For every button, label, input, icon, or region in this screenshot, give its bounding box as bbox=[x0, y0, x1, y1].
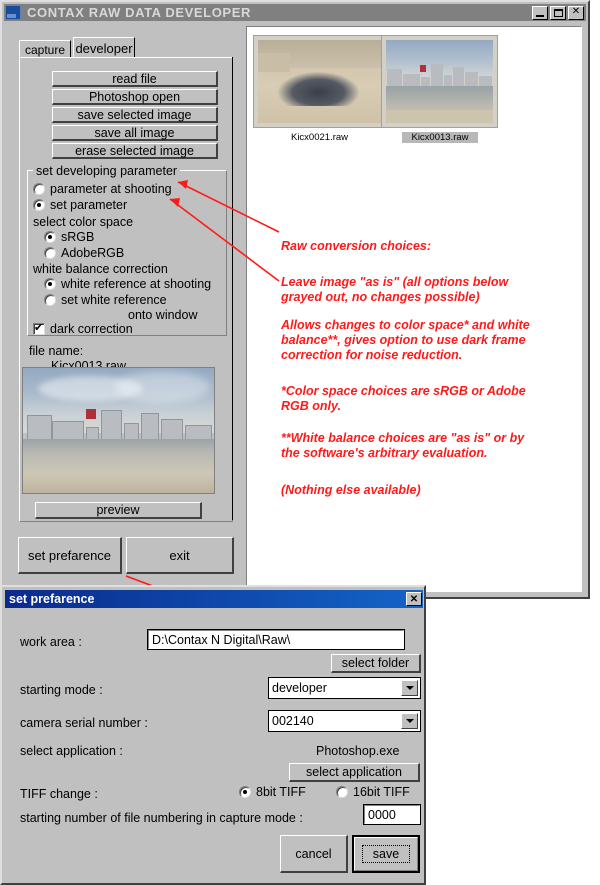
radio-label: set white reference bbox=[61, 293, 167, 307]
onto-window-label: onto window bbox=[128, 308, 198, 322]
save-button-inner: save bbox=[354, 837, 418, 871]
exit-button[interactable]: exit bbox=[126, 537, 234, 574]
dialog-close-button[interactable]: ✕ bbox=[406, 592, 422, 606]
radio-label: AdobeRGB bbox=[61, 246, 125, 260]
save-button-label: save bbox=[361, 845, 411, 863]
checkbox-icon bbox=[33, 321, 45, 335]
preview-button[interactable]: preview bbox=[35, 502, 202, 519]
tab-strip: capture developer bbox=[19, 37, 233, 59]
select-color-space-heading: select color space bbox=[33, 215, 134, 229]
radio-icon bbox=[44, 294, 56, 306]
thumbnail-caption: Kicx0021.raw bbox=[290, 132, 349, 143]
screenshot-root: CONTAX RAW DATA DEVELOPER ✕ capture deve… bbox=[0, 0, 600, 885]
preview-skyline bbox=[23, 406, 214, 441]
radio-icon bbox=[239, 786, 251, 798]
work-area-input[interactable]: D:\Contax N Digital\Raw\ bbox=[147, 629, 405, 650]
chevron-down-icon[interactable] bbox=[401, 680, 418, 696]
main-window: CONTAX RAW DATA DEVELOPER ✕ capture deve… bbox=[0, 0, 590, 599]
radio-16bit-tiff[interactable]: 16bit TIFF bbox=[336, 785, 410, 799]
dialog-title: set prefarence bbox=[9, 592, 95, 606]
radio-adobergb[interactable]: AdobeRGB bbox=[44, 246, 124, 260]
starting-mode-value: developer bbox=[272, 681, 327, 695]
title-bar: CONTAX RAW DATA DEVELOPER ✕ bbox=[4, 4, 586, 21]
radio-white-reference-at-shooting[interactable]: white reference at shooting bbox=[44, 277, 211, 291]
read-file-button[interactable]: read file bbox=[52, 71, 218, 87]
start-number-input[interactable]: 0000 bbox=[363, 804, 421, 825]
select-application-button[interactable]: select application bbox=[289, 763, 420, 782]
maximize-icon bbox=[553, 8, 563, 17]
annotation-color-space: *Color space choices are sRGB or Adobe R… bbox=[281, 384, 526, 413]
select-application-value: Photoshop.exe bbox=[316, 744, 400, 758]
radio-set-white-reference[interactable]: set white reference bbox=[44, 293, 167, 307]
window-title: CONTAX RAW DATA DEVELOPER bbox=[27, 5, 251, 20]
radio-icon bbox=[44, 231, 56, 243]
tiff-change-label: TIFF change : bbox=[20, 787, 98, 801]
set-preference-button[interactable]: set prefarence bbox=[18, 537, 122, 574]
save-all-image-button[interactable]: save all image bbox=[52, 125, 218, 141]
window-controls: ✕ bbox=[532, 5, 586, 20]
radio-icon bbox=[336, 786, 348, 798]
work-area-label: work area : bbox=[20, 635, 82, 649]
dialog-title-bar: set prefarence ✕ bbox=[5, 590, 423, 608]
select-application-label: select application : bbox=[20, 744, 123, 758]
chevron-down-icon[interactable] bbox=[401, 713, 418, 729]
thumbnail-caption-selected: Kicx0013.raw bbox=[402, 132, 478, 143]
radio-label: 16bit TIFF bbox=[353, 785, 410, 799]
starting-mode-label: starting mode : bbox=[20, 683, 103, 697]
camera-serial-label: camera serial number : bbox=[20, 716, 148, 730]
close-button[interactable]: ✕ bbox=[568, 5, 584, 20]
preview-image bbox=[22, 367, 215, 494]
minimize-button[interactable] bbox=[532, 5, 548, 20]
close-icon: ✕ bbox=[571, 6, 581, 17]
file-name-label: file name: bbox=[29, 344, 84, 358]
select-folder-button[interactable]: select folder bbox=[331, 654, 421, 673]
radio-label: sRGB bbox=[61, 230, 95, 244]
radio-icon bbox=[44, 247, 56, 259]
radio-srgb[interactable]: sRGB bbox=[44, 230, 94, 244]
radio-icon bbox=[33, 183, 45, 195]
radio-icon bbox=[44, 278, 56, 290]
radio-label: set parameter bbox=[50, 198, 128, 212]
thumbnail-content-panel[interactable]: Kicx0021.raw Kicx0013.raw Raw conversion… bbox=[246, 26, 582, 592]
save-selected-image-button[interactable]: save selected image bbox=[52, 107, 218, 123]
set-developing-parameter-legend: set developing parameter bbox=[33, 164, 181, 178]
annotation-as-is: Leave image "as is" (all options below g… bbox=[281, 275, 509, 304]
start-number-label: starting number of file numbering in cap… bbox=[20, 811, 303, 825]
annotation-nothing-else: (Nothing else available) bbox=[281, 483, 421, 497]
cancel-button[interactable]: cancel bbox=[280, 835, 348, 873]
erase-selected-image-button[interactable]: erase selected image bbox=[52, 143, 218, 159]
white-balance-heading: white balance correction bbox=[33, 262, 168, 276]
radio-parameter-at-shooting[interactable]: parameter at shooting bbox=[33, 182, 172, 196]
thumbnail-item[interactable] bbox=[253, 35, 386, 128]
maximize-button[interactable] bbox=[550, 5, 566, 20]
preview-ground bbox=[23, 473, 214, 493]
radio-8bit-tiff[interactable]: 8bit TIFF bbox=[239, 785, 306, 799]
preview-water bbox=[23, 439, 214, 475]
thumbnail-image bbox=[258, 40, 381, 123]
camera-serial-value: 002140 bbox=[272, 714, 314, 728]
minimize-icon bbox=[536, 14, 544, 17]
set-preference-dialog: set prefarence ✕ work area : D:\Contax N… bbox=[0, 585, 426, 885]
checkbox-label: dark correction bbox=[50, 322, 133, 336]
preview-flag bbox=[86, 409, 96, 420]
thumbnail-item[interactable] bbox=[381, 35, 498, 128]
radio-set-parameter[interactable]: set parameter bbox=[33, 198, 127, 212]
tab-capture[interactable]: capture bbox=[19, 40, 71, 58]
radio-icon bbox=[33, 199, 45, 211]
radio-label: white reference at shooting bbox=[61, 277, 212, 291]
annotation-white-balance: **White balance choices are "as is" or b… bbox=[281, 431, 525, 460]
tab-developer[interactable]: developer bbox=[73, 37, 135, 59]
preview-cloud bbox=[114, 370, 211, 403]
photoshop-open-button[interactable]: Photoshop open bbox=[52, 89, 218, 105]
app-icon bbox=[5, 5, 21, 20]
radio-label: parameter at shooting bbox=[50, 182, 172, 196]
radio-label: 8bit TIFF bbox=[256, 785, 306, 799]
camera-serial-select[interactable]: 002140 bbox=[268, 710, 421, 732]
starting-mode-select[interactable]: developer bbox=[268, 677, 421, 699]
annotation-allows: Allows changes to color space* and white… bbox=[281, 318, 530, 362]
thumbnail-image bbox=[386, 40, 493, 123]
checkbox-dark-correction[interactable]: dark correction bbox=[33, 321, 133, 336]
save-button[interactable]: save bbox=[352, 835, 420, 873]
annotation-heading: Raw conversion choices: bbox=[281, 239, 432, 253]
